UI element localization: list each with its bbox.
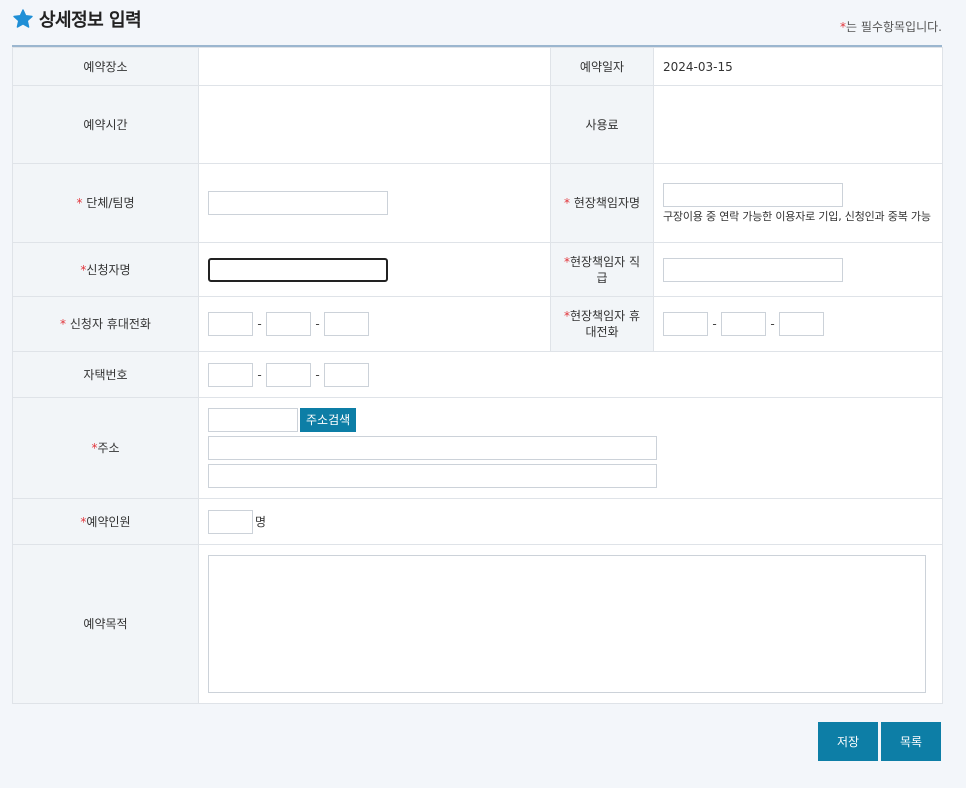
- label-team-name-text: 단체/팀명: [86, 196, 135, 210]
- list-button[interactable]: 목록: [881, 722, 941, 761]
- required-mark: *: [76, 196, 83, 210]
- label-manager-position: *현장책임자 직급: [550, 242, 654, 297]
- cell-applicant-name: [198, 242, 551, 297]
- label-manager-position-text: 현장책임자 직급: [569, 254, 641, 285]
- row-home-phone: 자택번호 --: [12, 351, 943, 398]
- value-place: [198, 47, 551, 86]
- phone-separator: -: [712, 317, 717, 331]
- manager-name-input[interactable]: [663, 183, 843, 207]
- label-applicant-phone: * 신청자 휴대전화: [12, 296, 199, 352]
- address-line2-input[interactable]: [208, 464, 657, 488]
- detail-form: 예약장소 예약일자 2024-03-15 예약시간 사용료 * 단체/팀명 * …: [12, 45, 943, 704]
- purpose-textarea[interactable]: [208, 555, 926, 693]
- page-header: 상세정보 입력 *는 필수항목입니다.: [12, 4, 942, 44]
- cell-purpose: [198, 544, 943, 704]
- manager-position-input[interactable]: [663, 257, 843, 282]
- manager-name-help: 구장이용 중 연락 가능한 이용자로 기입, 신청인과 중복 가능: [663, 210, 931, 223]
- label-team-name: * 단체/팀명: [12, 163, 199, 243]
- applicant-phone-2-input[interactable]: [266, 312, 311, 336]
- label-fee: 사용료: [550, 85, 654, 164]
- label-manager-name-text: 현장책임자명: [573, 196, 641, 210]
- phone-separator: -: [315, 367, 320, 382]
- label-address: *주소: [12, 397, 199, 499]
- row-time-fee: 예약시간 사용료: [12, 85, 943, 164]
- cell-manager-phone: --: [653, 296, 943, 352]
- row-people: *예약인원 명: [12, 498, 943, 545]
- page-title-text: 상세정보 입력: [39, 10, 142, 31]
- required-mark: *: [563, 196, 570, 210]
- label-manager-phone: *현장책임자 휴대전화: [550, 296, 654, 352]
- label-place: 예약장소: [12, 47, 199, 86]
- applicant-phone-3-input[interactable]: [324, 312, 369, 336]
- label-date: 예약일자: [550, 47, 654, 86]
- value-time: [198, 85, 551, 164]
- row-place-date: 예약장소 예약일자 2024-03-15: [12, 47, 943, 86]
- people-count-input[interactable]: [208, 509, 253, 534]
- label-purpose: 예약목적: [12, 544, 199, 704]
- cell-home-phone: --: [198, 351, 943, 398]
- required-note-text: 는 필수항목입니다.: [846, 20, 942, 34]
- action-buttons: 저장 목록: [818, 722, 941, 761]
- star-icon: [12, 8, 34, 30]
- required-note: *는 필수항목입니다.: [840, 18, 942, 35]
- row-phones: * 신청자 휴대전화 -- *현장책임자 휴대전화 --: [12, 296, 943, 352]
- label-applicant-name: *신청자명: [12, 242, 199, 297]
- cell-people: 명: [198, 498, 943, 545]
- label-home-phone: 자택번호: [12, 351, 199, 398]
- home-phone-3-input[interactable]: [324, 362, 369, 387]
- home-phone-1-input[interactable]: [208, 362, 253, 387]
- row-team-manager: * 단체/팀명 * 현장책임자명 구장이용 중 연락 가능한 이용자로 기입, …: [12, 163, 943, 243]
- label-manager-phone-text: 현장책임자 휴대전화: [569, 309, 641, 339]
- label-people-text: 예약인원: [86, 514, 131, 529]
- manager-phone-2-input[interactable]: [721, 312, 766, 336]
- applicant-name-input[interactable]: [208, 257, 388, 282]
- value-date: 2024-03-15: [653, 47, 943, 86]
- cell-applicant-phone: --: [198, 296, 551, 352]
- cell-manager-name: 구장이용 중 연락 가능한 이용자로 기입, 신청인과 중복 가능: [653, 163, 943, 243]
- applicant-phone-1-input[interactable]: [208, 312, 253, 336]
- label-people: *예약인원: [12, 498, 199, 545]
- phone-separator: -: [257, 367, 262, 382]
- phone-separator: -: [257, 317, 262, 331]
- row-applicant-position: *신청자명 *현장책임자 직급: [12, 242, 943, 297]
- row-purpose: 예약목적: [12, 544, 943, 704]
- label-time: 예약시간: [12, 85, 199, 164]
- address-line1-input[interactable]: [208, 436, 657, 460]
- row-address: *주소 주소검색: [12, 397, 943, 499]
- label-applicant-name-text: 신청자명: [86, 262, 131, 277]
- people-unit: 명: [255, 515, 267, 529]
- page-title: 상세정보 입력: [12, 6, 142, 32]
- value-fee: [653, 85, 943, 164]
- label-address-text: 주소: [97, 441, 120, 455]
- phone-separator: -: [770, 317, 775, 331]
- address-search-button[interactable]: 주소검색: [300, 408, 357, 432]
- cell-team-name: [198, 163, 551, 243]
- cell-address: 주소검색: [198, 397, 943, 499]
- manager-phone-3-input[interactable]: [779, 312, 824, 336]
- required-mark: *: [60, 317, 67, 331]
- manager-phone-1-input[interactable]: [663, 312, 708, 336]
- team-name-input[interactable]: [208, 191, 388, 215]
- home-phone-2-input[interactable]: [266, 362, 311, 387]
- label-manager-name: * 현장책임자명: [550, 163, 654, 243]
- cell-manager-position: [653, 242, 943, 297]
- zipcode-input[interactable]: [208, 408, 298, 432]
- save-button[interactable]: 저장: [818, 722, 878, 761]
- phone-separator: -: [315, 317, 320, 331]
- label-applicant-phone-text: 신청자 휴대전화: [69, 317, 151, 331]
